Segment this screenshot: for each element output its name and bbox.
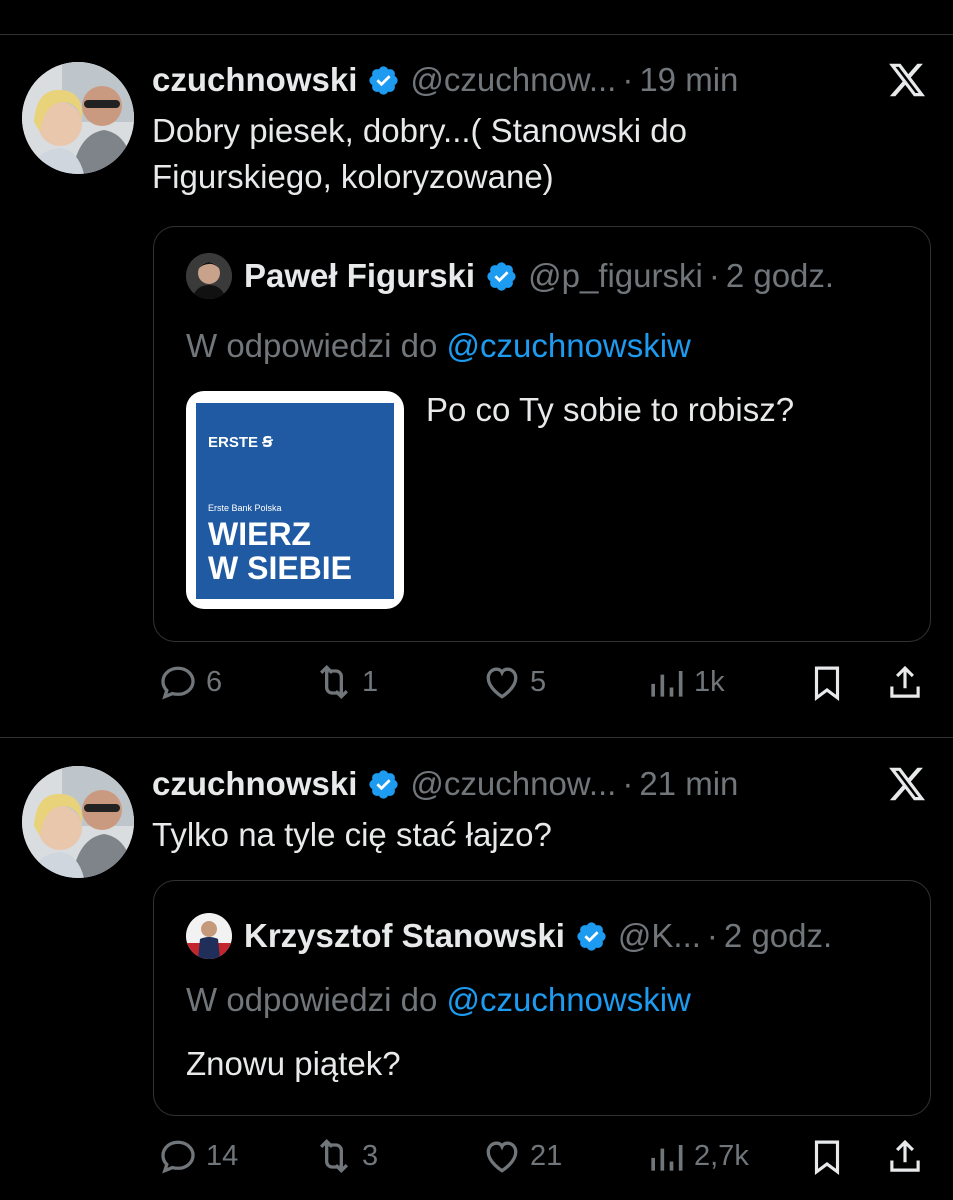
author-name[interactable]: czuchnowski: [152, 765, 357, 803]
thumbnail-logo: ERSTE Ꞩ: [208, 434, 273, 451]
reply-prefix: W odpowiedzi do: [186, 327, 438, 364]
quoted-tweet[interactable]: Krzysztof Stanowski @K... · 2 godz. W od…: [153, 880, 931, 1116]
thumbnail-caption: Erste Bank Polska: [208, 503, 282, 513]
bookmark-button[interactable]: [806, 1136, 848, 1183]
reply-mention-link[interactable]: @czuchnowskiw: [446, 981, 690, 1018]
thumbnail-cover: ERSTE Ꞩ Erste Bank Polska WIERZ W SIEBIE: [196, 403, 394, 599]
separator-dot: ·: [622, 61, 634, 98]
reply-count: 6: [206, 665, 223, 698]
repost-count: 1: [362, 665, 379, 698]
share-button[interactable]: [884, 1136, 926, 1183]
quoted-tweet-header: Krzysztof Stanowski @K... · 2 godz.: [186, 911, 832, 961]
tweet-text: Dobry piesek, dobry...( Stanowski do Fig…: [152, 112, 687, 195]
like-icon: [486, 1141, 518, 1173]
like-count: 21: [530, 1139, 563, 1172]
bookmark-icon: [814, 1140, 840, 1176]
tweet-actions: 6 1 5 1k: [0, 660, 953, 710]
thumbnail-headline-line1: WIERZ: [208, 516, 312, 552]
reply-mention-link[interactable]: @czuchnowskiw: [446, 327, 690, 364]
quoted-author-avatar[interactable]: [186, 913, 232, 959]
views-icon: [651, 671, 683, 697]
reply-icon: [161, 666, 195, 700]
tweet-text: Tylko na tyle cię stać łajzo?: [152, 816, 552, 853]
reply-count: 14: [206, 1139, 239, 1172]
author-name[interactable]: czuchnowski: [152, 61, 357, 99]
share-button[interactable]: [884, 662, 926, 709]
reply-icon: [161, 1140, 195, 1174]
tweet-time[interactable]: 19 min: [639, 61, 738, 99]
separator-dot: ·: [708, 257, 720, 294]
quoted-author-handle[interactable]: @p_figurski: [528, 257, 703, 295]
bookmark-icon: [814, 666, 840, 702]
separator-dot: ·: [706, 917, 718, 954]
verified-badge-icon: [577, 921, 606, 951]
repost-icon: [319, 664, 349, 700]
like-icon: [486, 667, 518, 699]
quoted-tweet-text: Po co Ty sobie to robisz?: [426, 391, 795, 428]
views-button[interactable]: 2,7k: [644, 1134, 749, 1178]
repost-button[interactable]: 3: [312, 1134, 378, 1178]
reply-prefix: W odpowiedzi do: [186, 981, 438, 1018]
reply-button[interactable]: 6: [156, 660, 222, 704]
views-icon: [651, 1145, 683, 1171]
verified-badge-icon: [487, 261, 516, 291]
thumbnail-headline-line2: W SIEBIE: [208, 550, 353, 586]
author-handle[interactable]: @czuchnow...: [410, 765, 616, 803]
x-logo-icon: [889, 767, 926, 801]
x-logo-icon: [889, 63, 926, 97]
verified-badge-icon: [369, 65, 398, 95]
quoted-author-avatar[interactable]: [186, 253, 232, 299]
quoted-author-name[interactable]: Paweł Figurski: [244, 257, 475, 295]
like-button[interactable]: 5: [480, 660, 546, 704]
views-button[interactable]: 1k: [644, 660, 725, 704]
repost-button[interactable]: 1: [312, 660, 378, 704]
thumbnail-headline: WIERZ W SIEBIE: [208, 517, 352, 585]
top-divider: [0, 34, 953, 35]
reply-context: W odpowiedzi do @czuchnowskiw: [186, 327, 691, 365]
author-handle[interactable]: @czuchnow...: [410, 61, 616, 99]
reply-button[interactable]: 14: [156, 1134, 238, 1178]
quoted-author-handle[interactable]: @K...: [618, 917, 701, 955]
separator-dot: ·: [622, 765, 634, 802]
tweet-actions: 14 3 21 2,7k: [0, 1134, 953, 1184]
quoted-tweet-text: Znowu piątek?: [186, 1045, 401, 1082]
repost-count: 3: [362, 1139, 379, 1172]
views-count: 2,7k: [694, 1139, 749, 1172]
like-count: 5: [530, 665, 547, 698]
tweet-divider: [0, 737, 953, 738]
share-icon: [890, 1139, 920, 1172]
author-avatar[interactable]: [22, 62, 134, 174]
quoted-tweet[interactable]: Paweł Figurski @p_figurski · 2 godz. W o…: [153, 226, 931, 642]
like-button[interactable]: 21: [480, 1134, 562, 1178]
bookmark-button[interactable]: [806, 662, 848, 709]
views-count: 1k: [694, 665, 725, 698]
repost-icon: [319, 1138, 349, 1174]
share-icon: [890, 665, 920, 698]
author-avatar[interactable]: [22, 766, 134, 878]
quoted-author-name[interactable]: Krzysztof Stanowski: [244, 917, 565, 955]
verified-badge-icon: [369, 769, 398, 799]
tweet-header: czuchnowski @czuchnow... · 21 min: [152, 761, 738, 807]
quoted-media-thumbnail[interactable]: ERSTE Ꞩ Erste Bank Polska WIERZ W SIEBIE: [186, 391, 404, 609]
tweet-header: czuchnowski @czuchnow... · 19 min: [152, 57, 738, 103]
reply-context: W odpowiedzi do @czuchnowskiw: [186, 981, 691, 1019]
quoted-tweet-header: Paweł Figurski @p_figurski · 2 godz.: [186, 251, 834, 301]
quoted-tweet-time[interactable]: 2 godz.: [726, 257, 834, 295]
quoted-tweet-time[interactable]: 2 godz.: [724, 917, 832, 955]
tweet-time[interactable]: 21 min: [639, 765, 738, 803]
